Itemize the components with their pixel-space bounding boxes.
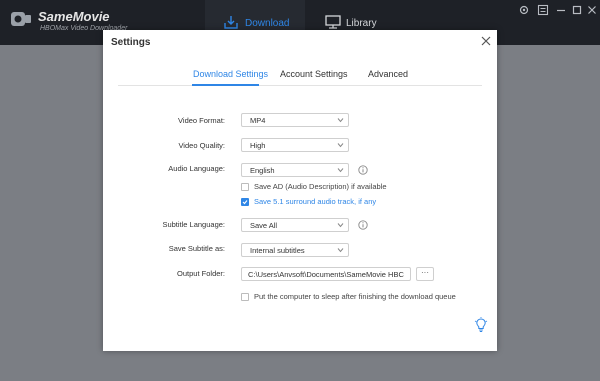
active-tab-indicator [192,84,259,86]
output-folder-label: Output Folder: [177,269,225,278]
save-ad-label: Save AD (Audio Description) if available [254,182,387,191]
close-icon[interactable] [586,4,598,16]
logo-icon [11,12,31,26]
menu-icon[interactable] [537,4,549,16]
settings-dialog: Settings Download Settings Account Setti… [103,30,497,351]
app-name: SameMovie [38,9,110,24]
close-icon[interactable] [481,36,491,46]
chevron-down-icon [337,118,344,123]
tab-divider [118,85,482,86]
bulb-icon[interactable] [474,317,488,333]
check-icon [242,200,248,205]
info-icon[interactable] [358,165,368,175]
video-quality-select[interactable]: High [241,138,349,152]
video-quality-value: High [250,141,266,150]
minimize-icon[interactable] [555,4,567,16]
output-folder-value: C:\Users\Anvsoft\Documents\SameMovie HBC [248,270,404,279]
dialog-title: Settings [111,37,151,48]
save-subtitle-as-label: Save Subtitle as: [168,244,225,253]
info-icon[interactable] [358,220,368,230]
save-subtitle-as-value: Internal subtitles [250,246,305,255]
tab-download-settings[interactable]: Download Settings [193,69,268,79]
audio-language-value: English [250,166,275,175]
nav-download-label: Download [245,18,290,29]
save-51-checkbox[interactable] [241,198,249,206]
chevron-down-icon [337,168,344,173]
nav-library-label: Library [346,18,377,29]
audio-language-select[interactable]: English [241,163,349,177]
tab-account-settings[interactable]: Account Settings [280,69,348,79]
video-format-label: Video Format: [178,116,225,125]
settings-icon[interactable] [518,4,530,16]
subtitle-language-select[interactable]: Save All [241,218,349,232]
video-quality-label: Video Quality: [178,141,225,150]
maximize-icon[interactable] [571,4,583,16]
video-format-select[interactable]: MP4 [241,113,349,127]
chevron-down-icon [337,248,344,253]
sleep-checkbox[interactable] [241,293,249,301]
chevron-down-icon [337,143,344,148]
library-icon [325,15,341,29]
save-subtitle-as-select[interactable]: Internal subtitles [241,243,349,257]
download-icon [224,16,238,29]
tab-advanced[interactable]: Advanced [368,69,408,79]
output-folder-input[interactable]: C:\Users\Anvsoft\Documents\SameMovie HBC [241,267,411,281]
audio-language-label: Audio Language: [168,164,225,173]
video-format-value: MP4 [250,116,266,125]
chevron-down-icon [337,223,344,228]
sleep-label: Put the computer to sleep after finishin… [254,292,456,301]
save-ad-checkbox[interactable] [241,183,249,191]
subtitle-language-value: Save All [250,221,278,230]
browse-folder-button[interactable]: ··· [416,267,434,281]
save-51-label: Save 5.1 surround audio track, if any [254,197,377,206]
subtitle-language-label: Subtitle Language: [162,220,225,229]
